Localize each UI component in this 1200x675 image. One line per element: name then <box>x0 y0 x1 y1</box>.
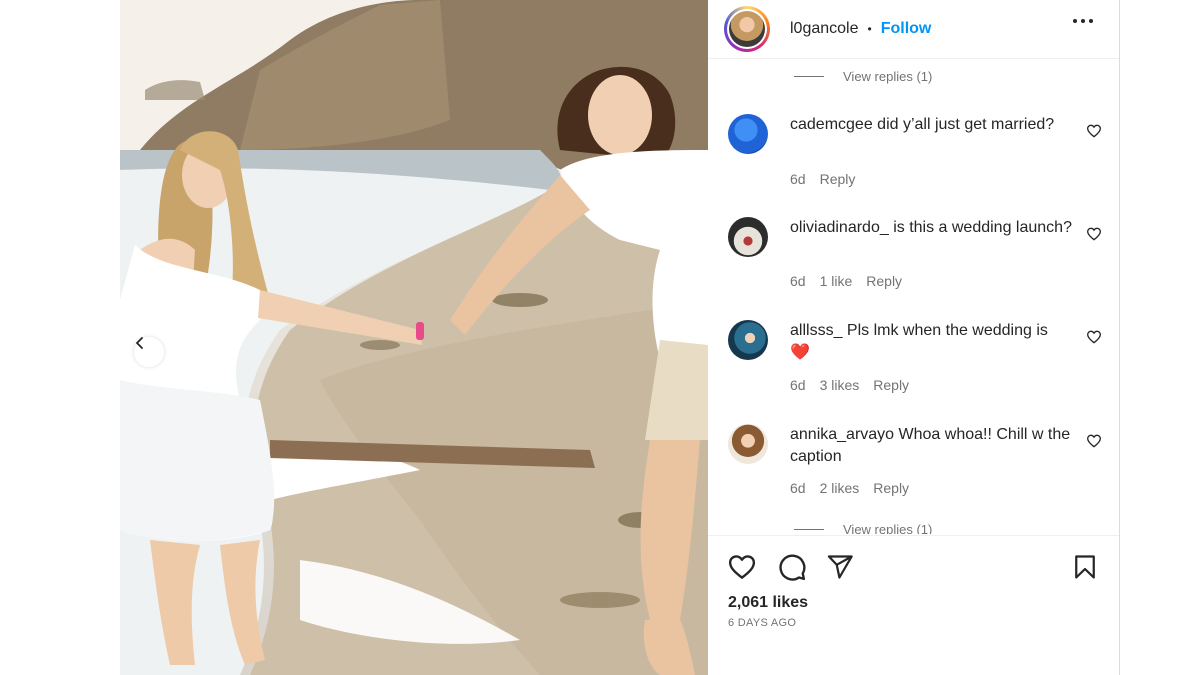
heart-icon <box>728 555 756 579</box>
heart-icon[interactable] <box>1086 329 1102 345</box>
comment-username[interactable]: cademcgee <box>790 116 873 133</box>
follow-button[interactable]: Follow <box>881 20 932 38</box>
save-button[interactable] <box>1068 550 1102 584</box>
view-replies-label: View replies (1) <box>843 522 933 534</box>
author-avatar[interactable] <box>724 6 770 52</box>
reply-button[interactable]: Reply <box>866 273 902 289</box>
comment-body: is this a wedding launch? <box>893 219 1072 236</box>
comment-button[interactable] <box>775 550 809 584</box>
more-options-icon[interactable] <box>1069 13 1097 29</box>
comment-meta: 6d 1 like Reply <box>790 273 902 289</box>
comment-like-count[interactable]: 3 likes <box>820 377 860 393</box>
comment-time[interactable]: 6d <box>790 377 806 393</box>
post-date[interactable]: 6 DAYS AGO <box>728 617 796 629</box>
carousel-prev-button[interactable] <box>134 337 164 367</box>
post-photo[interactable] <box>120 0 708 675</box>
comments-list[interactable]: View replies (1) cademcgee did y’all jus… <box>708 60 1119 534</box>
beach-couple-photo <box>120 0 708 675</box>
comment-username[interactable]: annika_arvayo <box>790 426 894 443</box>
comment-item: oliviadinardo_ is this a wedding launch?… <box>728 217 1119 317</box>
commenter-avatar[interactable] <box>728 217 768 257</box>
reply-button[interactable]: Reply <box>873 480 909 496</box>
share-icon <box>827 555 853 579</box>
author-username[interactable]: l0gancole <box>790 20 859 38</box>
reply-button[interactable]: Reply <box>820 171 856 187</box>
reply-button[interactable]: Reply <box>873 377 909 393</box>
view-replies-button[interactable]: View replies (1) <box>794 522 932 534</box>
comment-username[interactable]: alllsss_ <box>790 322 842 339</box>
comment-like-count[interactable]: 2 likes <box>820 480 860 496</box>
heart-emoji: ❤️ <box>790 344 810 361</box>
bookmark-icon <box>1075 555 1095 579</box>
comment-time[interactable]: 6d <box>790 273 806 289</box>
comment-time[interactable]: 6d <box>790 480 806 496</box>
view-replies-button[interactable]: View replies (1) <box>794 69 932 84</box>
commenter-avatar[interactable] <box>728 424 768 464</box>
commenter-avatar[interactable] <box>728 114 768 154</box>
heart-icon[interactable] <box>1086 433 1102 449</box>
comment-username[interactable]: oliviadinardo_ <box>790 219 889 236</box>
comment-time[interactable]: 6d <box>790 171 806 187</box>
comment-text: cademcgee did y’all just get married? <box>790 114 1072 136</box>
comment-text: alllsss_ Pls lmk when the wedding is ❤️ <box>790 320 1072 364</box>
like-button[interactable] <box>725 550 759 584</box>
heart-icon[interactable] <box>1086 226 1102 242</box>
comment-item: alllsss_ Pls lmk when the wedding is ❤️ … <box>728 320 1119 420</box>
comment-body: Pls lmk when the wedding is <box>846 322 1048 339</box>
comment-text: annika_arvayo Whoa whoa!! Chill w the ca… <box>790 424 1072 468</box>
comment-meta: 6d Reply <box>790 171 855 187</box>
heart-icon[interactable] <box>1086 123 1102 139</box>
share-button[interactable] <box>823 550 857 584</box>
view-replies-label: View replies (1) <box>843 69 933 84</box>
comment-meta: 6d 2 likes Reply <box>790 480 909 496</box>
comment-item: cademcgee did y’all just get married? 6d… <box>728 114 1119 214</box>
likes-count[interactable]: 2,061 likes <box>728 594 808 612</box>
commenter-avatar[interactable] <box>728 320 768 360</box>
comment-text: oliviadinardo_ is this a wedding launch? <box>790 217 1072 239</box>
separator-dot: • <box>867 22 872 36</box>
comment-meta: 6d 3 likes Reply <box>790 377 909 393</box>
comment-icon <box>779 554 806 581</box>
chevron-left-icon <box>136 337 143 349</box>
post-actions: 2,061 likes 6 DAYS AGO <box>708 535 1119 675</box>
post-header: l0gancole • Follow <box>708 0 1119 59</box>
comment-like-count[interactable]: 1 like <box>820 273 853 289</box>
post-sidebar: l0gancole • Follow View replies (1) cade… <box>708 0 1120 675</box>
comment-item: annika_arvayo Whoa whoa!! Chill w the ca… <box>728 424 1119 524</box>
comment-body: did y’all just get married? <box>877 116 1055 133</box>
